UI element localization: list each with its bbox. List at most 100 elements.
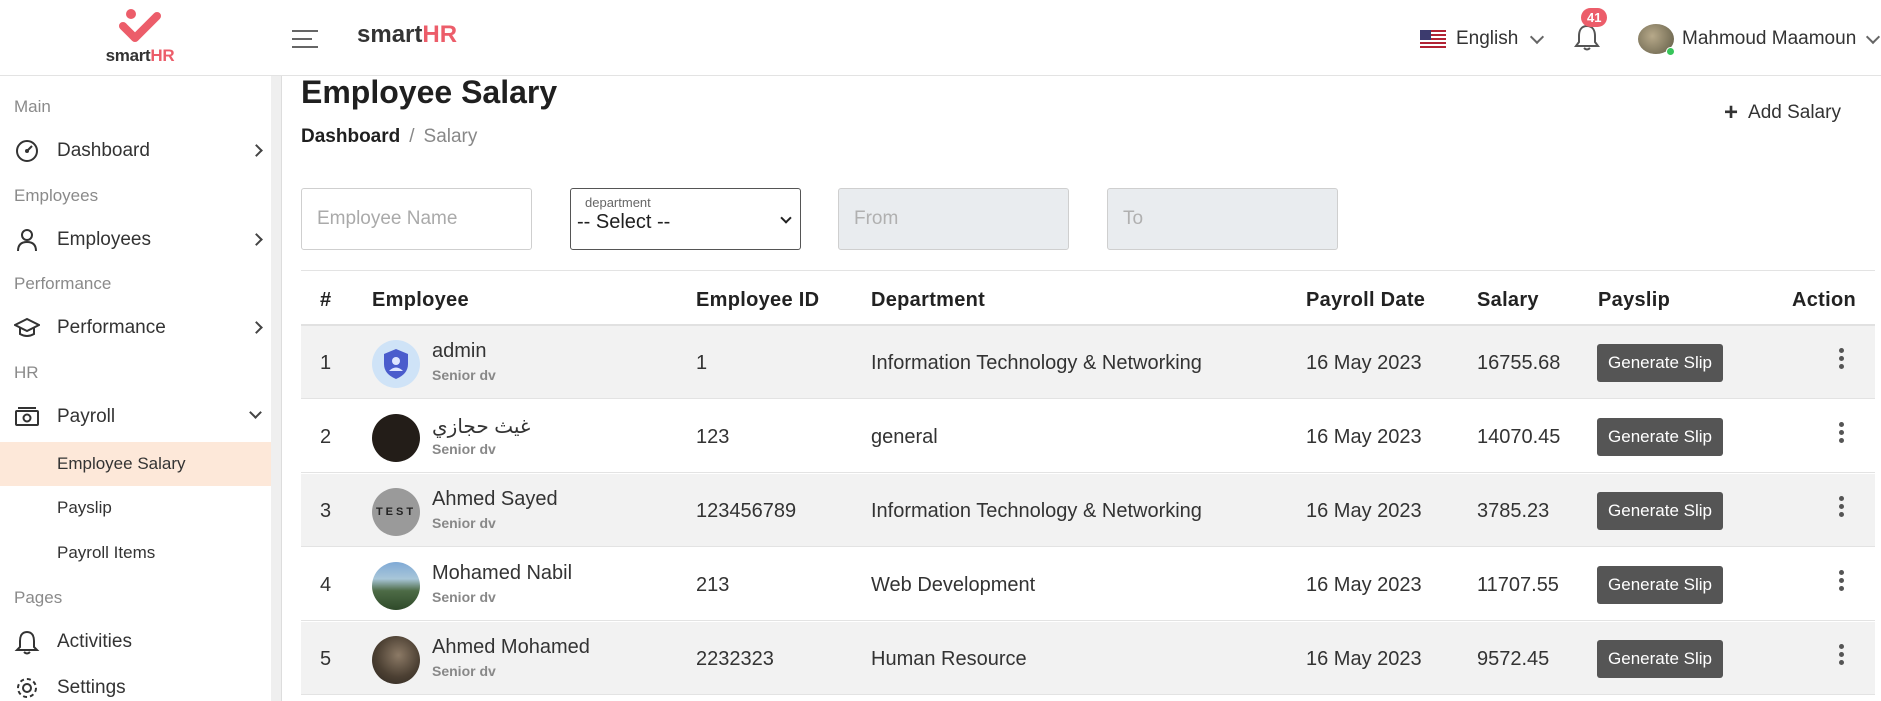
table-row: 1 admin Senior dv 1 Information Technolo…: [301, 326, 1875, 399]
chevron-right-icon: [250, 233, 263, 246]
more-options-icon[interactable]: [1837, 422, 1845, 446]
sidebar-subitem-payroll-items[interactable]: Payroll Items: [0, 531, 271, 575]
employee-name-link[interactable]: Ahmed Sayed: [432, 488, 558, 511]
column-header-payroll-date[interactable]: Payroll Date: [1306, 289, 1425, 312]
row-number: 5: [320, 648, 332, 670]
employee-role: Senior dv: [432, 589, 496, 605]
sidebar-subitem-payslip[interactable]: Payslip: [0, 486, 271, 530]
sidebar-item-label: Employees: [57, 229, 151, 250]
chevron-down-icon: [1866, 29, 1881, 44]
chevron-down-icon: [1530, 29, 1545, 44]
employee-id: 123456789: [696, 500, 797, 522]
menu-toggle-icon[interactable]: [292, 30, 318, 50]
employee-id: 2232323: [696, 648, 774, 670]
payroll-date: 16 May 2023: [1306, 352, 1422, 374]
breadcrumb-current: Salary: [423, 126, 478, 147]
gear-icon: [17, 678, 37, 698]
sidebar-item-label: Payroll: [57, 406, 116, 427]
table-row: 4 Mohamed Nabil Senior dv 213 Web Develo…: [301, 548, 1875, 621]
generate-slip-button[interactable]: Generate Slip: [1597, 344, 1723, 382]
salary: 11707.55: [1477, 574, 1559, 596]
sidebar-section-hr: HR: [14, 363, 39, 382]
column-header-employee[interactable]: Employee: [372, 289, 469, 312]
generate-slip-button[interactable]: Generate Slip: [1597, 566, 1723, 604]
employee-role: Senior dv: [432, 367, 496, 383]
sidebar-item-performance[interactable]: Performance: [0, 308, 271, 348]
language-selector[interactable]: English: [1420, 27, 1545, 51]
sidebar-section-employees: Employees: [14, 186, 99, 205]
avatar[interactable]: [372, 340, 420, 388]
table-header: # Employee Employee ID Department Payrol…: [301, 271, 1875, 326]
money-icon: [15, 407, 39, 426]
sidebar-item-employees[interactable]: Employees: [0, 220, 271, 260]
plus-icon: +: [1724, 99, 1739, 126]
more-options-icon[interactable]: [1837, 570, 1845, 594]
sidebar-item-payroll[interactable]: Payroll: [0, 397, 271, 437]
sidebar-subitem-employee-salary[interactable]: Employee Salary: [0, 442, 271, 486]
column-header-action: Action: [1792, 289, 1857, 311]
table-row: 2 غيث حجازي Senior dv 123 general 16 May…: [301, 400, 1875, 473]
department: Human Resource: [871, 648, 1027, 670]
employee-role: Senior dv: [432, 441, 496, 457]
avatar[interactable]: [372, 562, 420, 610]
sidebar: Main Dashboard Employees Employees Perfo…: [0, 76, 282, 701]
column-header-department[interactable]: Department: [871, 289, 985, 312]
row-number: 1: [320, 352, 332, 374]
department-select-label: department: [585, 195, 651, 210]
department: Information Technology & Networking: [871, 500, 1202, 522]
generate-slip-button[interactable]: Generate Slip: [1597, 492, 1723, 530]
generate-slip-button[interactable]: Generate Slip: [1597, 640, 1723, 678]
employee-name-link[interactable]: Mohamed Nabil: [432, 562, 572, 585]
column-header-payslip: Payslip: [1598, 289, 1671, 311]
bell-icon[interactable]: [1574, 23, 1600, 51]
sidebar-section-pages: Pages: [14, 588, 63, 607]
avatar: [1638, 24, 1675, 56]
user-menu[interactable]: Mahmoud Maamoun: [1638, 24, 1881, 56]
breadcrumb: Dashboard / Salary: [301, 126, 477, 148]
user-icon: [17, 229, 37, 252]
page-title: Employee Salary: [301, 74, 558, 110]
row-number: 2: [320, 426, 332, 448]
breadcrumb-dashboard-link[interactable]: Dashboard: [301, 126, 400, 147]
add-salary-button[interactable]: + Add Salary: [1724, 99, 1841, 126]
language-label: English: [1456, 28, 1519, 49]
generate-slip-button[interactable]: Generate Slip: [1597, 418, 1723, 456]
sidebar-scrollbar[interactable]: [271, 76, 281, 701]
employee-id: 1: [696, 352, 708, 374]
more-options-icon[interactable]: [1837, 496, 1845, 520]
department-select[interactable]: department -- Select --: [570, 188, 801, 250]
employee-name-input[interactable]: Employee Name: [301, 188, 532, 250]
salary: 16755.68: [1477, 352, 1561, 374]
column-header-salary[interactable]: Salary: [1477, 289, 1539, 312]
online-status-dot: [1666, 47, 1675, 56]
us-flag-icon: [1420, 30, 1446, 48]
breadcrumb-separator: /: [409, 126, 415, 147]
chevron-right-icon: [250, 144, 263, 157]
to-date-input[interactable]: To: [1107, 188, 1338, 250]
notification-badge: 41: [1581, 8, 1608, 27]
logo-text: smartHR: [105, 46, 175, 65]
sidebar-item-activities[interactable]: Activities: [0, 622, 271, 662]
sidebar-section-performance: Performance: [14, 274, 112, 293]
app-logo[interactable]: smartHR: [95, 8, 185, 70]
bell-icon: [14, 630, 40, 655]
from-date-input[interactable]: From: [838, 188, 1069, 250]
employee-name-link[interactable]: غيث حجازي: [432, 414, 530, 439]
employee-id: 213: [696, 574, 730, 596]
department: Web Development: [871, 574, 1036, 596]
row-number: 4: [320, 574, 332, 596]
department: general: [871, 426, 938, 448]
sidebar-item-label: Performance: [57, 317, 166, 338]
avatar[interactable]: [372, 636, 420, 684]
avatar[interactable]: TEST: [372, 488, 420, 536]
column-header-employee-id[interactable]: Employee ID: [696, 289, 819, 312]
employee-name-link[interactable]: admin: [432, 340, 486, 363]
sidebar-item-dashboard[interactable]: Dashboard: [0, 131, 271, 171]
more-options-icon[interactable]: [1837, 644, 1845, 668]
more-options-icon[interactable]: [1837, 348, 1845, 372]
column-header-number: #: [320, 289, 332, 311]
payroll-date: 16 May 2023: [1306, 500, 1422, 522]
sidebar-item-settings[interactable]: Settings: [0, 668, 271, 701]
employee-name-link[interactable]: Ahmed Mohamed: [432, 636, 590, 659]
avatar[interactable]: [372, 414, 420, 462]
